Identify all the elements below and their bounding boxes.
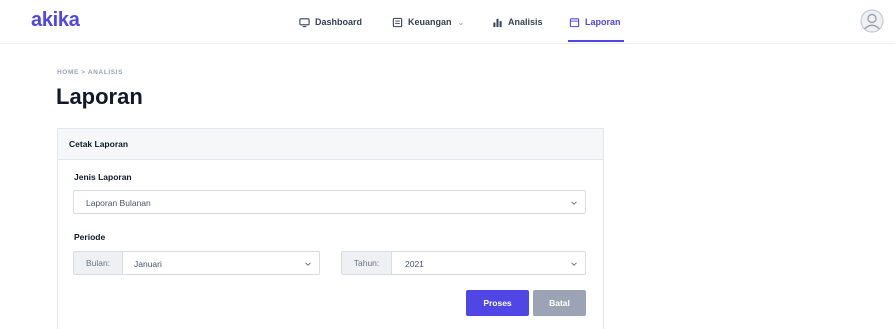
breadcrumb: HOME > ANALISIS bbox=[57, 69, 124, 76]
month-addon: Bulan: bbox=[73, 251, 122, 275]
year-addon: Tahun: bbox=[341, 251, 391, 275]
card-title: Cetak Laporan bbox=[69, 139, 129, 149]
card-header: Cetak Laporan bbox=[58, 129, 603, 160]
bar-chart-icon bbox=[493, 18, 502, 27]
nav-label-dashboard: Dashboard bbox=[315, 17, 363, 27]
active-nav-indicator bbox=[568, 40, 624, 42]
chevron-down-icon bbox=[571, 201, 577, 205]
period-label: Periode bbox=[74, 232, 106, 242]
month-value: Januari bbox=[134, 259, 162, 269]
chevron-down-icon bbox=[571, 262, 577, 266]
chevron-down-icon: ⌄ bbox=[457, 17, 465, 27]
app-logo[interactable]: akika bbox=[31, 9, 80, 32]
report-type-label: Jenis Laporan bbox=[74, 172, 132, 182]
user-avatar-icon[interactable] bbox=[860, 9, 884, 33]
nav-item-laporan[interactable]: Laporan bbox=[569, 13, 621, 31]
report-type-value: Laporan Bulanan bbox=[86, 198, 151, 208]
nav-label-laporan: Laporan bbox=[585, 17, 621, 27]
nav-label-analisis: Analisis bbox=[508, 17, 543, 27]
nav-label-keuangan: Keuangan bbox=[408, 17, 452, 27]
nav-item-analisis[interactable]: Analisis bbox=[492, 13, 543, 31]
chevron-down-icon bbox=[305, 262, 311, 266]
year-value: 2021 bbox=[405, 259, 424, 269]
nav-item-keuangan[interactable]: Keuangan ⌄ bbox=[392, 13, 464, 31]
page-title: Laporan bbox=[56, 84, 143, 109]
year-select[interactable]: 2021 bbox=[391, 251, 586, 275]
cancel-button[interactable]: Batal bbox=[533, 290, 586, 316]
nav-item-dashboard[interactable]: Dashboard bbox=[299, 13, 362, 31]
ledger-icon bbox=[392, 17, 403, 27]
monitor-icon bbox=[299, 17, 310, 27]
process-button[interactable]: Proses bbox=[466, 290, 529, 316]
top-navbar: akika Dashboard Keuangan ⌄ Analisis Lapo… bbox=[0, 0, 895, 44]
report-type-select[interactable]: Laporan Bulanan bbox=[73, 190, 586, 214]
report-icon bbox=[569, 17, 580, 27]
month-select[interactable]: Januari bbox=[122, 251, 320, 275]
